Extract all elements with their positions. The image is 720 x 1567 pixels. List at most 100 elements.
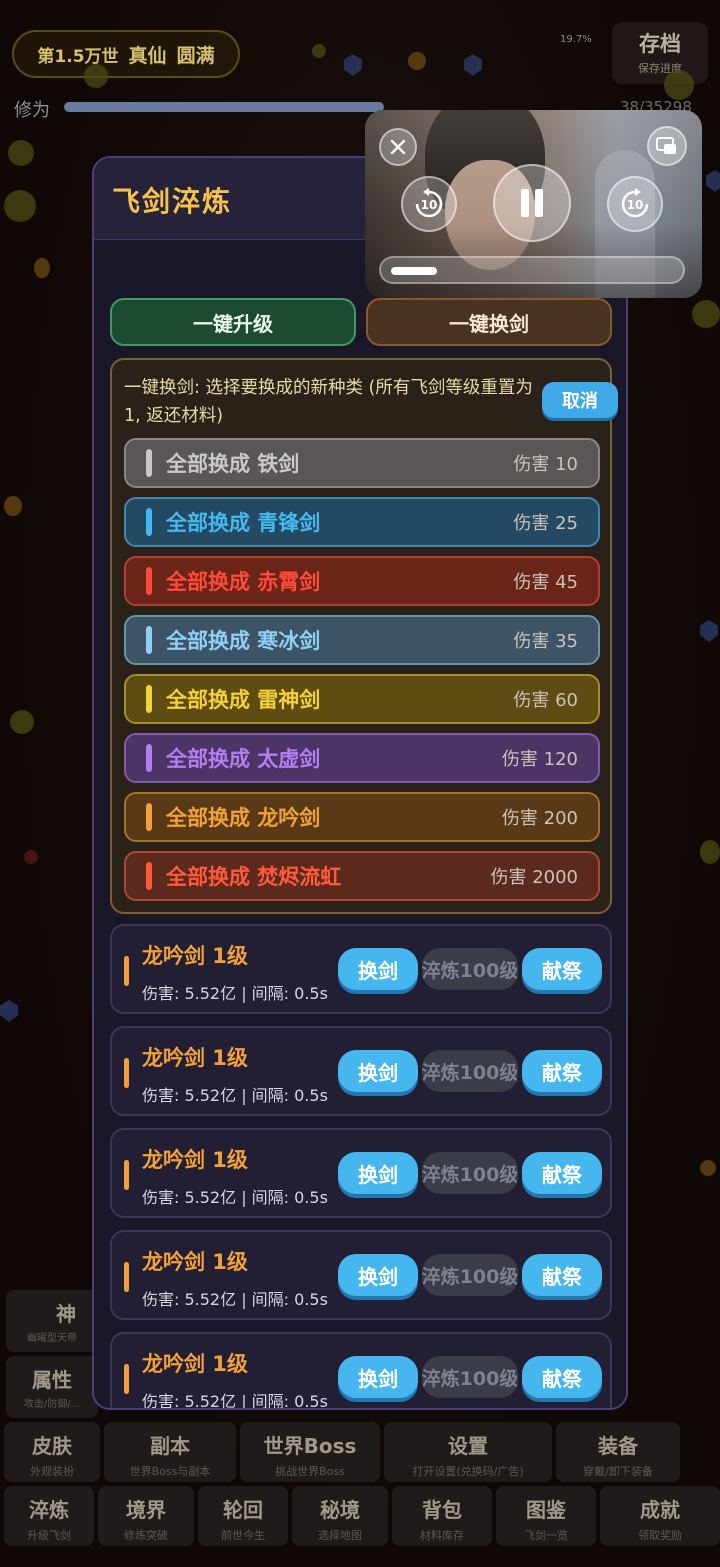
nav-item-settings[interactable]: 设置打开设置(兑换码/广告) (384, 1422, 552, 1482)
sacrifice-button[interactable]: 献祭 (522, 1050, 602, 1092)
swap-option-damage: 伤害 200 (501, 808, 578, 829)
nav-desc: 幽曜型天帝 (27, 1333, 77, 1344)
nav-desc: 世界Boss与副本 (129, 1465, 211, 1478)
realm-name: 真仙 (128, 44, 167, 67)
swap-option[interactable]: 全部换成 龙吟剑 伤害 200 (124, 792, 600, 842)
nav-item-equipment[interactable]: 装备穿戴/卸下装备 (556, 1422, 680, 1482)
nav-item-reincarnation[interactable]: 轮回 前世今生 (198, 1486, 288, 1546)
forward-10-icon[interactable]: 10 (607, 176, 663, 232)
nav-label: 副本 (150, 1434, 190, 1458)
refine-100-button[interactable]: 淬炼100级 (422, 1254, 518, 1296)
sacrifice-button[interactable]: 献祭 (522, 1152, 602, 1194)
nav-desc: 穿戴/卸下装备 (583, 1465, 653, 1478)
forward-label: 10 (627, 198, 644, 212)
nav-label: 世界Boss (263, 1434, 357, 1458)
save-subtitle: 保存进度 (638, 62, 682, 75)
modal-title: 飞剑淬炼 (112, 185, 233, 218)
sacrifice-button[interactable]: 献祭 (522, 1254, 602, 1296)
swap-sword-button[interactable]: 换剑 (338, 1050, 418, 1092)
sword-stats: 伤害: 5.52亿 | 间隔: 0.5s (142, 1188, 328, 1207)
sacrifice-button[interactable]: 献祭 (522, 1356, 602, 1398)
nav-desc: 领取奖励 (638, 1529, 682, 1542)
monster-sprite (34, 258, 50, 278)
swap-option[interactable]: 全部换成 太虚剑 伤害 120 (124, 733, 600, 783)
swap-option-label: 全部换成 铁剑 (166, 452, 300, 476)
swap-option[interactable]: 全部换成 铁剑 伤害 10 (124, 438, 600, 488)
refine-100-button[interactable]: 淬炼100级 (422, 1050, 518, 1092)
sacrifice-button[interactable]: 献祭 (522, 948, 602, 990)
color-indicator (146, 567, 152, 595)
monster-sprite (664, 70, 694, 100)
monster-sprite (4, 496, 22, 516)
nav-label: 设置 (448, 1434, 488, 1458)
sword-card: 龙吟剑 1级 伤害: 5.52亿 | 间隔: 0.5s 换剑 淬炼100级 献祭 (110, 1332, 612, 1408)
color-indicator (146, 685, 152, 713)
close-icon[interactable] (379, 128, 417, 166)
nav-item-achievements[interactable]: 成就 领取奖励 (600, 1486, 720, 1546)
nav-item-refine[interactable]: 淬炼 升级飞剑 (4, 1486, 94, 1546)
nav-desc: 外观装扮 (30, 1465, 74, 1478)
picture-in-picture-icon[interactable] (647, 126, 687, 166)
realm-stage: 圆满 (176, 44, 215, 67)
nav-item-attributes[interactable]: 属性 攻击/防御/... (6, 1356, 98, 1418)
swap-sword-button[interactable]: 换剑 (338, 948, 418, 990)
bottom-nav-row-1: 皮肤 外观装扮 副本世界Boss与副本 世界Boss 挑战世界Boss 设置打开设置… (4, 1422, 680, 1482)
save-button[interactable]: 存档 保存进度 (612, 22, 708, 84)
swap-option-damage: 伤害 35 (513, 631, 578, 652)
sword-card: 龙吟剑 1级 伤害: 5.52亿 | 间隔: 0.5s 换剑 淬炼100级 献祭 (110, 924, 612, 1014)
monster-sprite (8, 140, 34, 166)
nav-label: 成就 (640, 1498, 680, 1522)
color-indicator (146, 508, 152, 536)
nav-label: 境界 (126, 1498, 166, 1522)
nav-item-backpack[interactable]: 背包 材料库存 (392, 1486, 492, 1546)
swap-option[interactable]: 全部换成 青锋剑 伤害 25 (124, 497, 600, 547)
percent-tag: 19.7% (560, 34, 592, 45)
cancel-button[interactable]: 取消 (542, 382, 618, 418)
monster-sprite (4, 190, 36, 222)
nav-item-world-boss[interactable]: 世界Boss 挑战世界Boss (240, 1422, 380, 1482)
swap-option[interactable]: 全部换成 赤霄剑 伤害 45 (124, 556, 600, 606)
swap-option-damage: 伤害 25 (513, 513, 578, 534)
video-player[interactable]: 10 10 (365, 110, 702, 298)
nav-item-codex[interactable]: 图鉴 飞剑一览 (496, 1486, 596, 1546)
nav-item-skin[interactable]: 皮肤 外观装扮 (4, 1422, 100, 1482)
refine-100-button[interactable]: 淬炼100级 (422, 1356, 518, 1398)
rarity-indicator (124, 1262, 129, 1292)
nav-label: 属性 (32, 1368, 72, 1392)
nav-desc: 升级飞剑 (27, 1529, 71, 1542)
nav-desc: 打开设置(兑换码/广告) (412, 1465, 524, 1478)
swap-option[interactable]: 全部换成 焚烬流虹 伤害 2000 (124, 851, 600, 901)
sword-stats: 伤害: 5.52亿 | 间隔: 0.5s (142, 984, 328, 1003)
sword-card: 龙吟剑 1级 伤害: 5.52亿 | 间隔: 0.5s 换剑 淬炼100级 献祭 (110, 1026, 612, 1116)
swap-option-label: 全部换成 龙吟剑 (166, 806, 321, 830)
nav-item-dungeon[interactable]: 副本世界Boss与副本 (104, 1422, 236, 1482)
nav-desc: 攻击/防御/... (23, 1399, 81, 1410)
swap-option-damage: 伤害 60 (513, 690, 578, 711)
nav-label: 装备 (598, 1434, 638, 1458)
swap-sword-button[interactable]: 换剑 (338, 1254, 418, 1296)
swap-option-damage: 伤害 10 (513, 454, 578, 475)
xiuwei-label: 修为 (14, 100, 50, 121)
nav-label: 秘境 (320, 1498, 360, 1522)
pause-icon[interactable] (493, 164, 571, 242)
swap-option-damage: 伤害 2000 (490, 867, 578, 888)
upgrade-all-button[interactable]: 一键升级 (110, 298, 356, 346)
nav-item-realm[interactable]: 境界 修炼突破 (98, 1486, 194, 1546)
nav-item-shen[interactable]: 神 幽曜型天帝 (6, 1290, 98, 1352)
rarity-indicator (124, 1058, 129, 1088)
nav-item-secret-realm[interactable]: 秘境 选择地图 (292, 1486, 388, 1546)
refine-100-button[interactable]: 淬炼100级 (422, 948, 518, 990)
bottom-nav-row-2: 淬炼 升级飞剑 境界 修炼突破 轮回 前世今生 秘境 选择地图 背包 材料库存 图鉴 飞剑一… (4, 1486, 720, 1546)
nav-desc: 前世今生 (221, 1529, 265, 1542)
swap-option[interactable]: 全部换成 寒冰剑 伤害 35 (124, 615, 600, 665)
rewind-10-icon[interactable]: 10 (401, 176, 457, 232)
swap-all-button[interactable]: 一键换剑 (366, 298, 612, 346)
monster-sprite (312, 44, 326, 58)
sword-card: 龙吟剑 1级 伤害: 5.52亿 | 间隔: 0.5s 换剑 淬炼100级 献祭 (110, 1128, 612, 1218)
swap-sword-button[interactable]: 换剑 (338, 1152, 418, 1194)
refine-100-button[interactable]: 淬炼100级 (422, 1152, 518, 1194)
swap-sword-button[interactable]: 换剑 (338, 1356, 418, 1398)
swap-option[interactable]: 全部换成 雷神剑 伤害 60 (124, 674, 600, 724)
video-progress-bar[interactable] (379, 256, 685, 284)
color-indicator (146, 862, 152, 890)
